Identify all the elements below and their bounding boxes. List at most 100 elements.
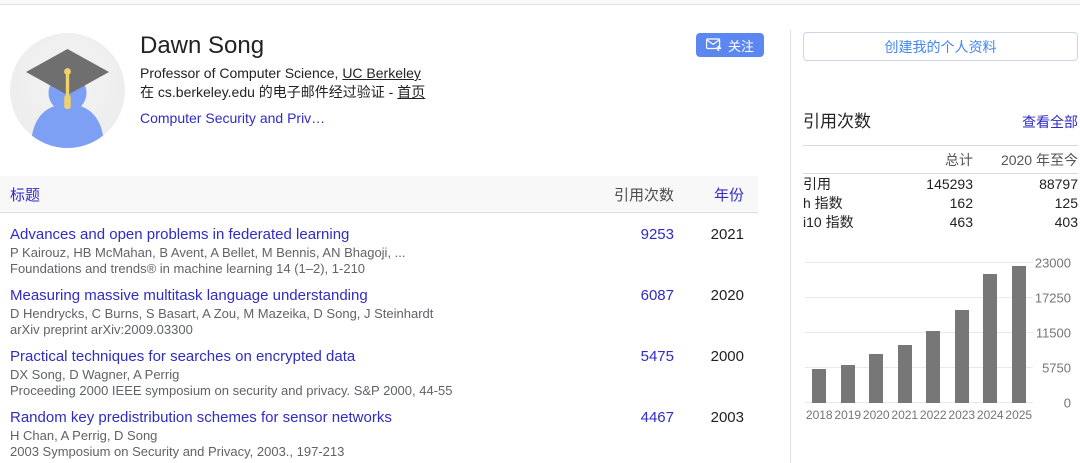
affiliation-text: Professor of Computer Science,: [140, 65, 342, 81]
view-all-link[interactable]: 查看全部: [1022, 112, 1078, 132]
chart-x-tick-label: 2019: [834, 408, 863, 422]
cited-by-count-link[interactable]: 5475: [594, 347, 674, 366]
chart-bar-2020[interactable]: [869, 354, 883, 403]
table-row: Measuring massive multitask language und…: [0, 274, 758, 335]
citations-per-year-chart: 05750115001725023000 2018201920202021202…: [805, 255, 1079, 427]
table-row: Random key predistribution schemes for s…: [0, 396, 758, 457]
chart-bar-slot: [834, 263, 863, 403]
publication-title-link[interactable]: Practical techniques for searches on enc…: [10, 347, 594, 366]
email-plus-icon: [706, 38, 722, 52]
chart-x-tick-label: 2025: [1005, 408, 1034, 422]
chart-x-tick-label: 2021: [891, 408, 920, 422]
chart-bar-2025[interactable]: [1012, 266, 1026, 403]
stat-total: 162: [883, 195, 973, 211]
chart-x-tick-label: 2022: [919, 408, 948, 422]
chart-bar-slot: [919, 263, 948, 403]
uc-berkeley-link[interactable]: UC Berkeley: [342, 65, 421, 81]
stat-total: 145293: [883, 176, 973, 192]
verified-email-text: 在 cs.berkeley.edu 的电子邮件经过验证 -: [140, 84, 397, 100]
chart-bar-2018[interactable]: [812, 369, 826, 403]
chart-x-tick-label: 2023: [948, 408, 977, 422]
stat-since: 403: [973, 214, 1078, 230]
chart-y-tick-label: 23000: [1035, 257, 1071, 270]
chart-y-tick-label: 17250: [1035, 292, 1071, 305]
chart-y-tick-label: 5750: [1042, 362, 1071, 375]
stats-row-h-index: h 指数 162 125: [803, 193, 1078, 212]
graduation-cap-avatar-icon: [10, 33, 125, 148]
chart-y-axis: 05750115001725023000: [1037, 263, 1071, 403]
publication-authors: D Hendrycks, C Burns, S Basart, A Zou, M…: [10, 306, 594, 321]
chart-y-tick-label: 11500: [1036, 327, 1071, 340]
chart-x-axis: 20182019202020212022202320242025: [805, 408, 1033, 422]
stat-since: 88797: [973, 176, 1078, 192]
chart-x-tick-label: 2020: [862, 408, 891, 422]
chart-x-tick-label: 2018: [805, 408, 834, 422]
publication-venue: Proceeding 2000 IEEE symposium on securi…: [10, 383, 594, 398]
publication-title-link[interactable]: Measuring massive multitask language und…: [10, 286, 594, 305]
table-row: Practical techniques for searches on enc…: [0, 335, 758, 396]
chart-bar-slot: [976, 263, 1005, 403]
follow-button[interactable]: 关注: [696, 33, 764, 57]
chart-bar-slot: [891, 263, 920, 403]
chart-bar-slot: [805, 263, 834, 403]
homepage-link[interactable]: 首页: [397, 84, 425, 100]
chart-bar-slot: [1005, 263, 1034, 403]
chart-bar-2024[interactable]: [983, 274, 997, 403]
stats-row-i10-index: i10 指数 463 403: [803, 212, 1078, 231]
stat-since: 125: [973, 195, 1078, 211]
stat-label: i10 指数: [803, 212, 883, 232]
stats-col-total: 总计: [883, 150, 973, 170]
cited-by-count-link[interactable]: 6087: [594, 286, 674, 305]
cited-by-count-link[interactable]: 4467: [594, 408, 674, 427]
publication-venue: Foundations and trends® in machine learn…: [10, 261, 594, 276]
chart-bar-slot: [948, 263, 977, 403]
publication-venue: arXiv preprint arXiv:2009.03300: [10, 322, 594, 337]
cited-by-panel-header: 引用次数 查看全部: [803, 107, 1078, 146]
sort-by-year-link[interactable]: 年份: [714, 187, 744, 204]
create-profile-button[interactable]: 创建我的个人资料: [803, 32, 1078, 61]
stat-label: h 指数: [803, 193, 883, 213]
chart-y-tick-label: 0: [1064, 397, 1071, 410]
profile-affiliation: Professor of Computer Science, UC Berkel…: [140, 64, 680, 83]
chart-bar-2019[interactable]: [841, 365, 855, 403]
scholar-profile-page: Dawn Song Professor of Computer Science,…: [0, 0, 1080, 463]
publication-authors: DX Song, D Wagner, A Perrig: [10, 367, 594, 382]
sidebar: 创建我的个人资料 引用次数 查看全部 总计 2020 年至今 引用 145293…: [803, 32, 1078, 231]
verified-email-line: 在 cs.berkeley.edu 的电子邮件经过验证 - 首页: [140, 83, 680, 102]
stat-label: 引用: [803, 174, 883, 194]
citation-chart-bars: [805, 263, 1033, 403]
chart-x-tick-label: 2024: [976, 408, 1005, 422]
publication-list: Advances and open problems in federated …: [0, 213, 758, 457]
publication-title-link[interactable]: Random key predistribution schemes for s…: [10, 408, 594, 427]
publication-year: 2021: [674, 225, 744, 244]
chart-bar-2023[interactable]: [955, 310, 969, 403]
research-interests: Computer Security and Priv…: [140, 109, 680, 127]
profile-info: Dawn Song Professor of Computer Science,…: [140, 31, 680, 127]
top-toolbar-edge: [0, 0, 1080, 5]
sort-by-title-link[interactable]: 标题: [10, 187, 40, 204]
cited-by-count-link[interactable]: 9253: [594, 225, 674, 244]
cited-by-title: 引用次数: [803, 107, 871, 132]
publication-year: 2000: [674, 347, 744, 366]
publication-year: 2020: [674, 286, 744, 305]
publication-title-link[interactable]: Advances and open problems in federated …: [10, 225, 594, 244]
profile-name: Dawn Song: [140, 31, 680, 61]
publications-header-row: 标题 引用次数 年份: [0, 176, 758, 213]
table-row: Advances and open problems in federated …: [0, 213, 758, 274]
stat-total: 463: [883, 214, 973, 230]
interests-link[interactable]: Computer Security and Priv…: [140, 110, 325, 126]
publication-venue: 2003 Symposium on Security and Privacy, …: [10, 444, 594, 459]
chart-bar-slot: [862, 263, 891, 403]
cited-by-column-header: 引用次数: [594, 184, 674, 205]
stats-header-row: 总计 2020 年至今: [803, 146, 1078, 174]
chart-bar-2022[interactable]: [926, 331, 940, 403]
publication-authors: P Kairouz, HB McMahan, B Avent, A Bellet…: [10, 245, 594, 260]
stats-row-citations: 引用 145293 88797: [803, 174, 1078, 193]
publication-authors: H Chan, A Perrig, D Song: [10, 428, 594, 443]
follow-button-label: 关注: [728, 36, 754, 55]
sidebar-divider: [790, 30, 791, 463]
stats-col-since: 2020 年至今: [973, 150, 1078, 170]
avatar: [10, 33, 125, 148]
citation-chart-plot: [805, 263, 1033, 403]
chart-bar-2021[interactable]: [898, 345, 912, 403]
